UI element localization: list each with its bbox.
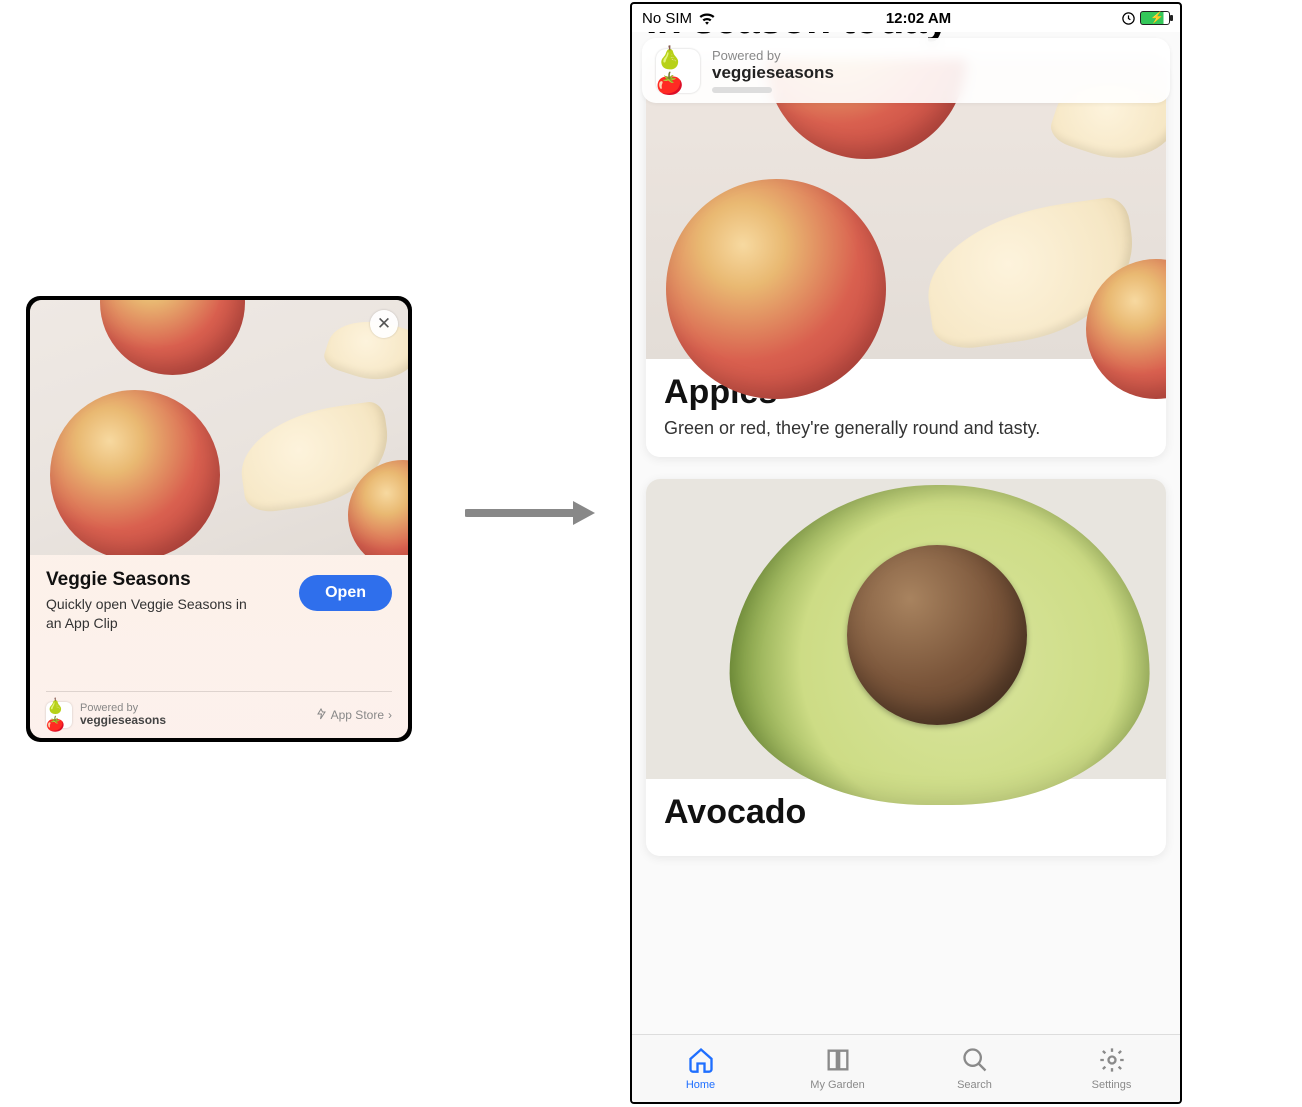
tab-label: Settings (1092, 1079, 1132, 1091)
app-clip-subtitle: Quickly open Veggie Seasons in an App Cl… (46, 595, 266, 633)
app-clip-card: ✕ Veggie Seasons Quickly open Veggie Sea… (26, 296, 412, 742)
status-bar: No SIM 12:02 AM ⚡ (632, 4, 1180, 32)
close-button[interactable]: ✕ (370, 310, 398, 338)
card-subtitle: Green or red, they're generally round an… (664, 418, 1148, 439)
tab-search[interactable]: Search (906, 1035, 1043, 1102)
tab-label: Home (686, 1079, 715, 1091)
card-image (646, 59, 1166, 359)
veggie-card-apples[interactable]: Apples Green or red, they're generally r… (646, 59, 1166, 457)
app-clip-banner[interactable]: 🍐🍅 Powered by veggieseasons (642, 38, 1170, 103)
open-button[interactable]: Open (299, 575, 392, 611)
banner-app-name: veggieseasons (712, 63, 834, 83)
gear-icon (1098, 1046, 1126, 1077)
search-icon (961, 1046, 989, 1077)
tab-label: Search (957, 1079, 992, 1091)
card-image (646, 479, 1166, 779)
scroll-area[interactable]: In season today Apples Green or red, the… (632, 32, 1180, 1034)
orientation-lock-icon (1121, 11, 1136, 26)
clock-label: 12:02 AM (886, 10, 951, 27)
app-store-label: App Store (331, 708, 384, 722)
wifi-icon (698, 11, 716, 25)
tab-home[interactable]: Home (632, 1035, 769, 1102)
powered-by-block: 🍐🍅 Powered by veggieseasons (46, 702, 166, 728)
close-icon: ✕ (377, 314, 391, 334)
tab-settings[interactable]: Settings (1043, 1035, 1180, 1102)
app-clip-title: Veggie Seasons (46, 569, 266, 591)
powered-by-label: Powered by (712, 48, 834, 63)
book-icon (824, 1046, 852, 1077)
veggie-card-avocado[interactable]: Avocado (646, 479, 1166, 856)
battery-icon: ⚡ (1140, 11, 1170, 25)
app-store-icon (315, 708, 327, 723)
powered-by-app-name: veggieseasons (80, 714, 166, 727)
progress-bar (712, 87, 772, 93)
app-logo-icon: 🍐🍅 (656, 49, 700, 93)
app-store-link[interactable]: App Store › (315, 708, 392, 723)
tab-bar: Home My Garden Search Settings (632, 1034, 1180, 1102)
tab-label: My Garden (810, 1079, 864, 1091)
app-clip-hero-image: ✕ (30, 300, 408, 555)
phone-frame: No SIM 12:02 AM ⚡ In season today (630, 2, 1182, 1104)
home-icon (687, 1046, 715, 1077)
tab-my-garden[interactable]: My Garden (769, 1035, 906, 1102)
app-logo-icon: 🍐🍅 (46, 702, 72, 728)
carrier-label: No SIM (642, 10, 692, 27)
divider (46, 691, 392, 692)
chevron-right-icon: › (388, 708, 392, 722)
flow-arrow-icon (460, 493, 600, 533)
